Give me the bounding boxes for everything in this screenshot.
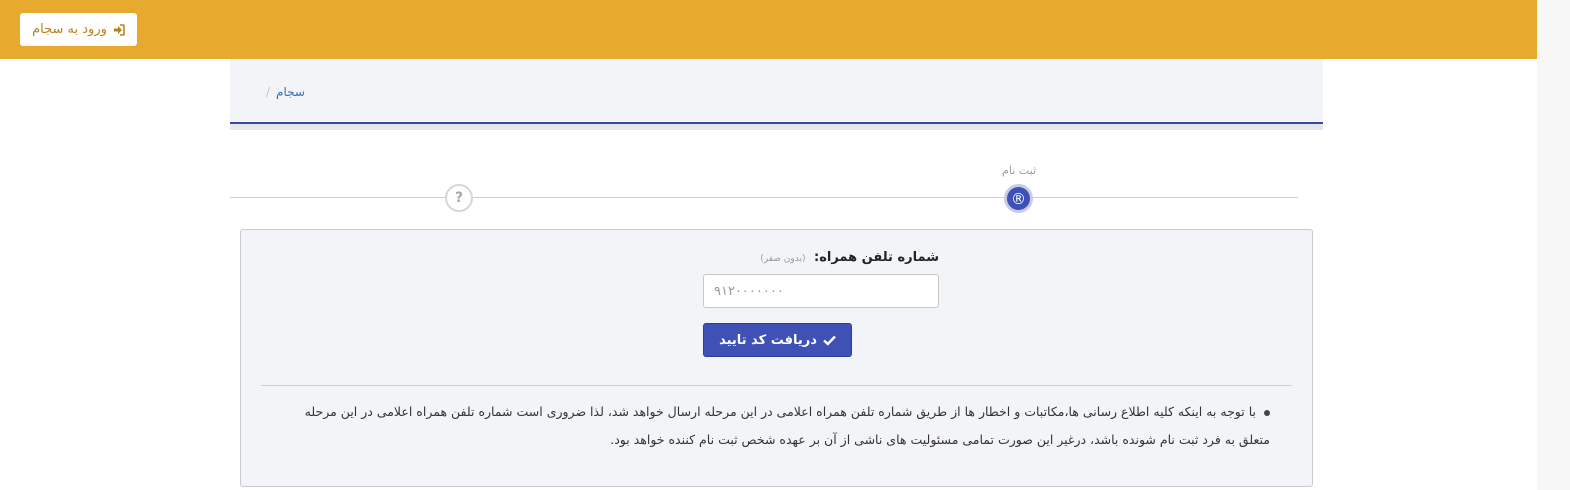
phone-label-text: شماره تلفن همراه: [814, 250, 939, 265]
breadcrumb: سجام / [266, 85, 305, 99]
phone-label-hint: (بدون صفر) [760, 254, 806, 264]
phone-number-input[interactable] [703, 274, 939, 308]
step-label-register: ثبت نام [1002, 164, 1036, 177]
breadcrumb-separator: / [266, 85, 271, 99]
check-icon [823, 335, 836, 346]
right-gutter [1537, 0, 1570, 490]
step-register-icon[interactable]: ® [1004, 184, 1033, 213]
step-help-icon[interactable]: ? [445, 184, 473, 212]
notice-body: با توجه به اینکه کلیه اطلاع رسانی ها،مکا… [304, 404, 1270, 447]
login-to-sejam-button[interactable]: ورود به سجام [20, 13, 137, 46]
bullet-icon [1264, 409, 1270, 416]
steps-progress-line [230, 197, 1298, 198]
submit-button-label: دریافت کد تایید [719, 332, 817, 348]
notice-text: با توجه به اینکه کلیه اطلاع رسانی ها،مکا… [280, 398, 1270, 454]
form-divider [261, 385, 1292, 386]
phone-field-label: شماره تلفن همراه: (بدون صفر) [703, 250, 939, 265]
get-verification-code-button[interactable]: دریافت کد تایید [703, 323, 852, 357]
top-header-bar: ورود به سجام [0, 0, 1537, 59]
breadcrumb-panel: سجام / [230, 59, 1323, 130]
sign-in-icon [113, 23, 125, 36]
login-button-label: ورود به سجام [32, 22, 107, 37]
breadcrumb-item-sejam[interactable]: سجام [276, 85, 305, 99]
